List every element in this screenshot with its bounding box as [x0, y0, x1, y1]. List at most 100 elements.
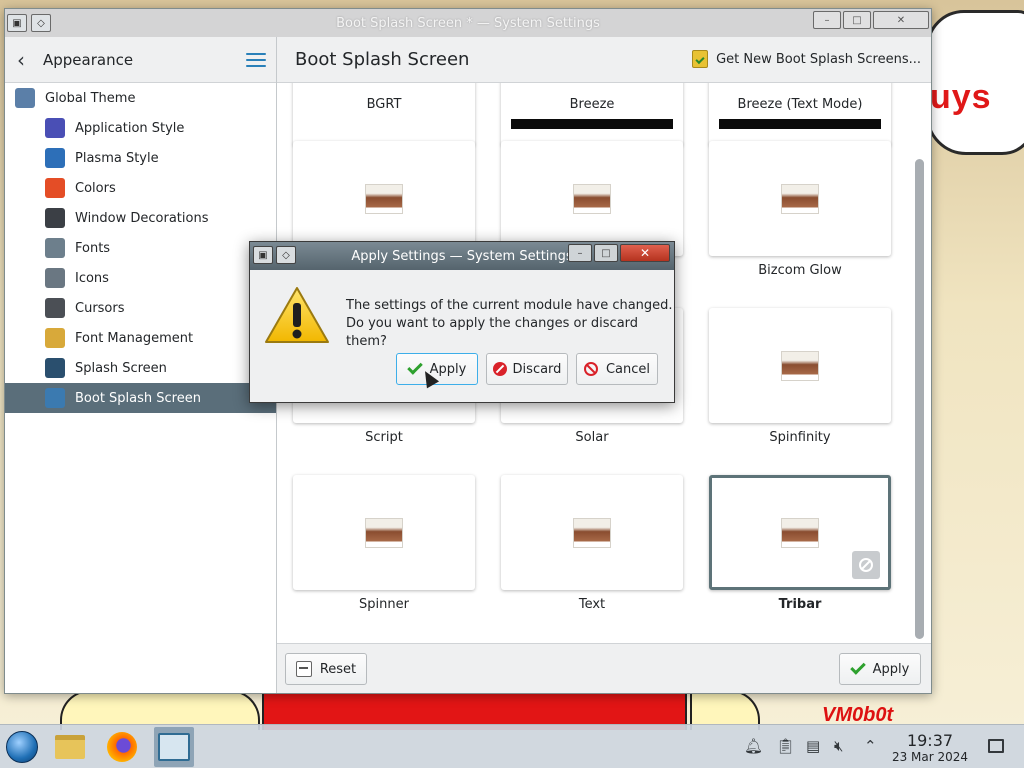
show-desktop-icon[interactable] — [988, 739, 1004, 753]
theme-preview-image — [781, 517, 819, 548]
sidebar-item-label: Window Decorations — [75, 210, 209, 226]
sidebar-item-label: Icons — [75, 270, 109, 286]
sidebar-item-cursors[interactable]: Cursors — [5, 293, 276, 323]
file-manager-launcher[interactable] — [50, 727, 90, 767]
theme-label: Text — [578, 597, 606, 612]
theme-tile[interactable] — [501, 475, 683, 590]
fonts-icon — [45, 238, 65, 258]
theme-preview — [511, 119, 673, 129]
folder-icon — [55, 735, 85, 759]
theme-preview-image — [365, 517, 403, 548]
clock[interactable]: 19:37 23 Mar 2024 — [888, 731, 972, 764]
application-style-icon — [45, 118, 65, 138]
theme-preview-image — [573, 183, 611, 214]
system-settings-icon — [158, 733, 190, 761]
get-new-icon — [692, 50, 709, 68]
dialog-message-line2: Do you want to apply the changes or disc… — [346, 316, 639, 349]
sidebar-item-fonts[interactable]: Fonts — [5, 233, 276, 263]
get-new-button[interactable]: Get New Boot Splash Screens... — [692, 50, 921, 68]
cursors-icon — [45, 298, 65, 318]
apply-button[interactable]: Apply — [839, 653, 921, 685]
sidebar-item-boot-splash-screen[interactable]: Boot Splash Screen — [5, 383, 276, 413]
dialog-message: The settings of the current module have … — [346, 297, 674, 351]
theme-tile[interactable] — [709, 141, 891, 256]
uninstall-badge-icon[interactable] — [852, 551, 880, 579]
boot-splash-screen-icon — [45, 388, 65, 408]
dialog-cancel-label: Cancel — [605, 361, 651, 377]
hamburger-menu-icon[interactable] — [246, 53, 266, 67]
sidebar-item-colors[interactable]: Colors — [5, 173, 276, 203]
start-menu-button[interactable] — [2, 727, 42, 767]
volume-muted-icon[interactable]: 🔇︎ — [834, 737, 843, 755]
scrollbar-thumb[interactable] — [915, 159, 924, 639]
theme-label: Script — [365, 430, 403, 445]
sidebar-item-icons[interactable]: Icons — [5, 263, 276, 293]
dialog-discard-button[interactable]: Discard — [486, 353, 568, 385]
dialog-maximize-button[interactable]: □ — [594, 244, 618, 262]
sidebar-nav-list: Global Theme Application Style Plasma Styl… — [5, 83, 276, 413]
dialog-message-line1: The settings of the current module have … — [346, 298, 673, 313]
colors-icon — [45, 178, 65, 198]
sidebar-item-label: Fonts — [75, 240, 111, 256]
sidebar-item-label: Cursors — [75, 300, 125, 316]
discard-icon — [492, 362, 507, 376]
system-settings-task[interactable] — [154, 727, 194, 767]
theme-label: Bizcom Glow — [758, 263, 842, 278]
theme-tile[interactable] — [501, 83, 683, 146]
bottom-button-bar: Reset Apply — [277, 643, 931, 693]
sidebar-item-font-management[interactable]: Font Management — [5, 323, 276, 353]
theme-tile[interactable] — [293, 141, 475, 256]
chevron-up-icon[interactable]: ⌃ — [864, 737, 877, 755]
theme-label: Solar — [575, 430, 609, 445]
theme-tile[interactable] — [709, 475, 891, 590]
theme-preview-image — [781, 350, 819, 381]
window-titlebar[interactable]: ▣ ◇ Boot Splash Screen * — System Settin… — [5, 9, 931, 37]
storage-device-icon[interactable]: ▤ — [806, 737, 820, 755]
theme-label: Spinfinity — [769, 430, 831, 445]
sidebar-item-splash-screen[interactable]: Splash Screen — [5, 353, 276, 383]
icons-icon — [45, 268, 65, 288]
sidebar-item-label: Boot Splash Screen — [75, 390, 201, 406]
close-button[interactable]: ✕ — [873, 11, 929, 29]
theme-preview-image — [365, 183, 403, 214]
theme-preview-image — [573, 517, 611, 548]
theme-tile[interactable] — [501, 141, 683, 256]
sidebar-title: Appearance — [43, 50, 134, 69]
sidebar-item-global-theme[interactable]: Global Theme — [5, 83, 276, 113]
sidebar-item-plasma-style[interactable]: Plasma Style — [5, 143, 276, 173]
global-theme-icon — [15, 88, 35, 108]
sidebar-item-label: Colors — [75, 180, 116, 196]
dialog-cancel-button[interactable]: Cancel — [576, 353, 658, 385]
theme-tile[interactable] — [709, 83, 891, 146]
apply-settings-dialog: ▣ ◇ Apply Settings — System Settings – □… — [249, 241, 675, 403]
font-management-icon — [45, 328, 65, 348]
theme-tile[interactable] — [293, 83, 475, 146]
minimize-button[interactable]: – — [813, 11, 841, 29]
sidebar-item-window-decorations[interactable]: Window Decorations — [5, 203, 276, 233]
maximize-button[interactable]: □ — [843, 11, 871, 29]
sidebar-item-application-style[interactable]: Application Style — [5, 113, 276, 143]
theme-label: Breeze — [569, 97, 615, 112]
reset-button[interactable]: Reset — [285, 653, 367, 685]
dialog-minimize-button[interactable]: – — [568, 244, 592, 262]
sidebar-item-label: Plasma Style — [75, 150, 159, 166]
back-arrow-icon[interactable]: ‹ — [17, 48, 39, 72]
dialog-close-button[interactable]: ✕ — [620, 244, 670, 262]
theme-tile[interactable] — [709, 308, 891, 423]
notifications-bell-icon[interactable]: 🔔︎ — [744, 737, 763, 755]
sidebar-header: ‹ Appearance — [5, 37, 276, 83]
sidebar: ‹ Appearance Global Theme Application Sty… — [5, 37, 277, 693]
dialog-discard-label: Discard — [512, 361, 562, 377]
window-decorations-icon — [45, 208, 65, 228]
get-new-label: Get New Boot Splash Screens... — [716, 51, 921, 67]
clipboard-icon[interactable]: 📋︎ — [776, 737, 795, 755]
content-header: Boot Splash Screen Get New Boot Splash S… — [277, 37, 931, 83]
theme-label: BGRT — [366, 97, 402, 112]
theme-preview — [719, 119, 881, 129]
cancel-icon — [583, 362, 598, 376]
theme-tile[interactable] — [293, 475, 475, 590]
dialog-titlebar[interactable]: ▣ ◇ Apply Settings — System Settings – □… — [250, 242, 674, 270]
warning-icon — [265, 287, 329, 343]
clock-time: 19:37 — [906, 731, 954, 750]
firefox-launcher[interactable] — [102, 727, 142, 767]
